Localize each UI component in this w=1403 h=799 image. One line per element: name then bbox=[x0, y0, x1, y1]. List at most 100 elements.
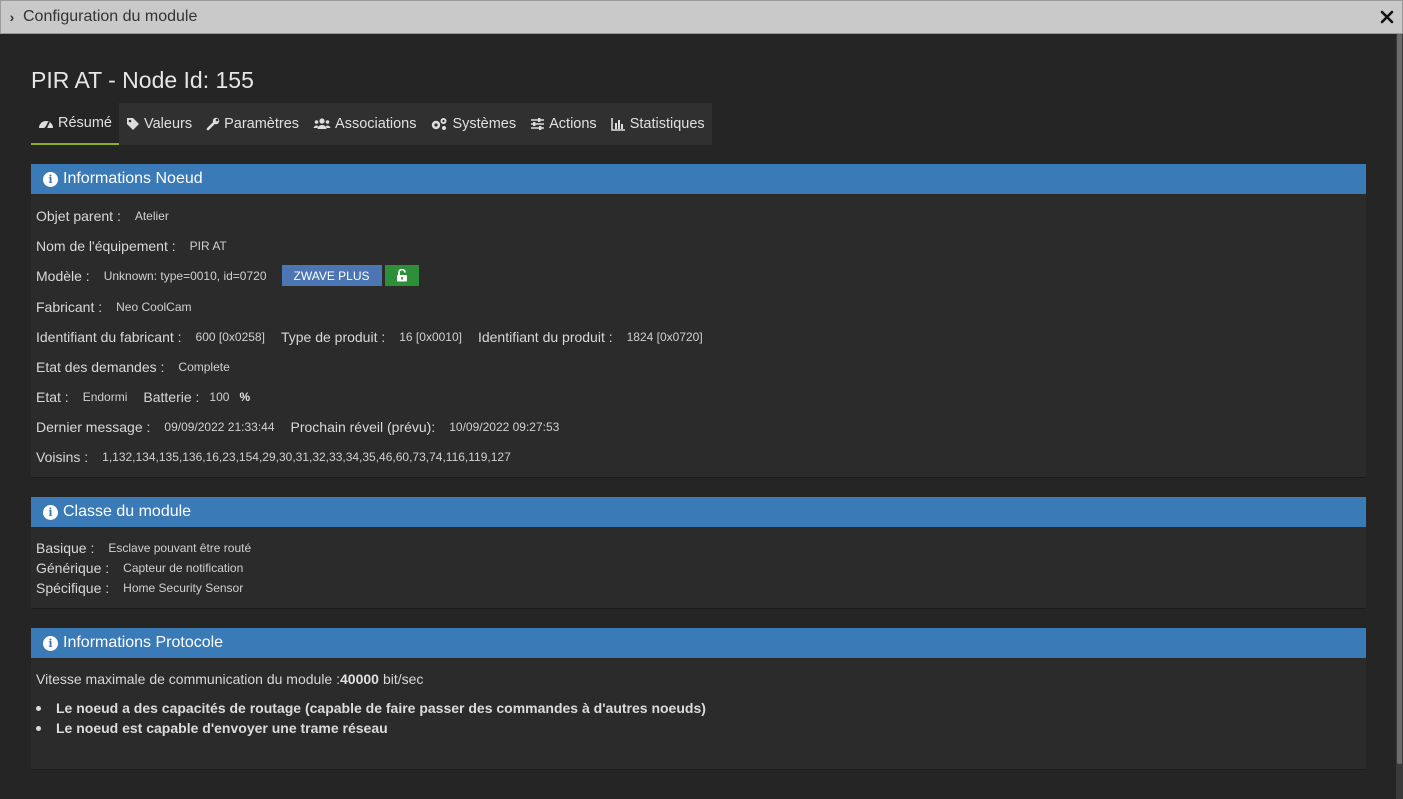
panel-title: Classe du module bbox=[63, 503, 192, 520]
page-title: PIR AT - Node Id: 155 bbox=[31, 67, 254, 93]
capability-text: Le noeud a des capacités de routage (cap… bbox=[56, 700, 706, 716]
tab-label: Paramètres bbox=[224, 116, 300, 132]
list-item: Le noeud est capable d'envoyer une trame… bbox=[36, 718, 706, 738]
tab-valeurs[interactable]: Valeurs bbox=[119, 103, 199, 145]
users-icon bbox=[313, 118, 331, 129]
value: Home Security Sensor bbox=[123, 581, 244, 595]
row-generique: Générique : Capteur de notification bbox=[36, 560, 259, 576]
row-etat-batterie: Etat : Endormi Batterie : 100 % bbox=[36, 389, 250, 405]
label: Fabricant : bbox=[36, 299, 103, 315]
chevron-right-icon[interactable]: › bbox=[1, 9, 23, 25]
panel-header: i Informations Protocole bbox=[31, 628, 1366, 658]
row-identifiants: Identifiant du fabricant : 600 [0x0258] … bbox=[36, 329, 719, 345]
zwave-plus-badge[interactable]: ZWAVE PLUS bbox=[281, 265, 382, 286]
value: Unknown: type=0010, id=0720 bbox=[103, 268, 267, 283]
speed-label: Vitesse maximale de communication du mod… bbox=[36, 671, 341, 687]
tab-associations[interactable]: Associations bbox=[306, 103, 423, 145]
row-voisins: Voisins : 1,132,134,135,136,16,23,154,29… bbox=[36, 449, 527, 465]
label: Identifiant du produit : bbox=[477, 329, 613, 345]
tab-label: Systèmes bbox=[452, 116, 517, 132]
label: Objet parent : bbox=[36, 208, 121, 224]
capability-text: Le noeud est capable d'envoyer une trame… bbox=[56, 720, 388, 736]
tag-icon bbox=[127, 118, 139, 130]
list-item: Le noeud a des capacités de routage (cap… bbox=[36, 698, 706, 718]
label: Type de produit : bbox=[280, 329, 386, 345]
label: Basique : bbox=[36, 540, 95, 556]
label: Identifiant du fabricant : bbox=[36, 329, 182, 345]
node-info-panel: i Informations Noeud Objet parent : Atel… bbox=[31, 164, 1366, 478]
sliders-icon bbox=[531, 118, 545, 130]
value: 600 [0x0258] bbox=[195, 330, 265, 344]
panel-header: i Classe du module bbox=[31, 497, 1366, 527]
tab-resume[interactable]: Résumé bbox=[31, 103, 119, 145]
value: Complete bbox=[178, 360, 230, 374]
bullet bbox=[36, 705, 41, 711]
label: Batterie : bbox=[143, 389, 200, 405]
tab-systemes[interactable]: Systèmes bbox=[423, 103, 523, 145]
value: 1824 [0x0720] bbox=[626, 330, 703, 344]
value: Atelier bbox=[134, 209, 169, 223]
value: 1,132,134,135,136,16,23,154,29,30,31,32,… bbox=[102, 450, 511, 464]
wrench-icon bbox=[206, 117, 220, 131]
row-modele: Modèle : Unknown: type=0010, id=0720 ZWA… bbox=[36, 265, 419, 286]
tab-statistiques[interactable]: Statistiques bbox=[604, 103, 712, 145]
label: Dernier message : bbox=[36, 419, 151, 435]
battery-unit: % bbox=[239, 390, 251, 404]
label: Prochain réveil (prévu): bbox=[290, 419, 436, 435]
unlock-icon bbox=[396, 269, 407, 282]
bar-chart-icon bbox=[610, 118, 625, 131]
scrollbar[interactable] bbox=[1396, 34, 1403, 799]
capabilities-list: Le noeud a des capacités de routage (cap… bbox=[36, 698, 706, 738]
panel-title: Informations Noeud bbox=[63, 170, 203, 187]
bullet bbox=[36, 725, 41, 731]
tab-label: Valeurs bbox=[144, 116, 193, 132]
row-fabricant: Fabricant : Neo CoolCam bbox=[36, 299, 208, 315]
row-messages: Dernier message : 09/09/2022 21:33:44 Pr… bbox=[36, 419, 575, 435]
scrollbar-thumb[interactable] bbox=[1397, 34, 1402, 764]
row-nom-equipement: Nom de l'équipement : PIR AT bbox=[36, 238, 243, 254]
tab-label: Résumé bbox=[58, 115, 112, 131]
info-icon: i bbox=[43, 171, 58, 187]
value: 09/09/2022 21:33:44 bbox=[164, 420, 275, 434]
value: PIR AT bbox=[189, 239, 227, 253]
dashboard-icon bbox=[39, 121, 53, 130]
panel-title: Informations Protocole bbox=[63, 634, 224, 651]
info-icon: i bbox=[43, 504, 58, 520]
row-objet-parent: Objet parent : Atelier bbox=[36, 208, 185, 224]
value: Esclave pouvant être routé bbox=[108, 541, 252, 555]
label: Générique : bbox=[36, 560, 110, 576]
tab-parametres[interactable]: Paramètres bbox=[199, 103, 306, 145]
row-etat-demandes: Etat des demandes : Complete bbox=[36, 359, 246, 375]
label: Etat des demandes : bbox=[36, 359, 165, 375]
value: Endormi bbox=[82, 390, 128, 404]
cogs-icon bbox=[432, 118, 447, 130]
speed-unit: bit/sec bbox=[382, 671, 424, 687]
window-title: Configuration du module bbox=[23, 8, 198, 25]
value: Neo CoolCam bbox=[116, 300, 192, 314]
battery-value: 100 bbox=[209, 390, 230, 404]
window-titlebar: › Configuration du module bbox=[0, 0, 1403, 34]
label: Nom de l'équipement : bbox=[36, 238, 176, 254]
protocol-panel: i Informations Protocole Vitesse maximal… bbox=[31, 628, 1366, 770]
tab-actions[interactable]: Actions bbox=[523, 103, 604, 145]
panel-header: i Informations Noeud bbox=[31, 164, 1366, 194]
tab-label: Statistiques bbox=[629, 116, 705, 132]
label: Modèle : bbox=[36, 267, 90, 284]
row-specifique: Spécifique : Home Security Sensor bbox=[36, 580, 259, 596]
value: 16 [0x0010] bbox=[399, 330, 462, 344]
row-speed: Vitesse maximale de communication du mod… bbox=[36, 671, 423, 687]
label: Spécifique : bbox=[36, 580, 110, 596]
label: Voisins : bbox=[36, 449, 89, 465]
unlock-button[interactable] bbox=[384, 265, 419, 286]
tab-bar: Résumé Valeurs Paramètres Associations S… bbox=[31, 103, 712, 145]
value: 10/09/2022 09:27:53 bbox=[449, 420, 560, 434]
tab-label: Actions bbox=[549, 116, 597, 132]
close-icon[interactable] bbox=[1378, 8, 1396, 26]
tab-label: Associations bbox=[335, 116, 417, 132]
speed-value: 40000 bbox=[340, 671, 379, 687]
info-icon: i bbox=[43, 635, 58, 651]
row-basique: Basique : Esclave pouvant être routé bbox=[36, 540, 267, 556]
label: Etat : bbox=[36, 389, 69, 405]
module-class-panel: i Classe du module Basique : Esclave pou… bbox=[31, 497, 1366, 609]
value: Capteur de notification bbox=[123, 561, 244, 575]
